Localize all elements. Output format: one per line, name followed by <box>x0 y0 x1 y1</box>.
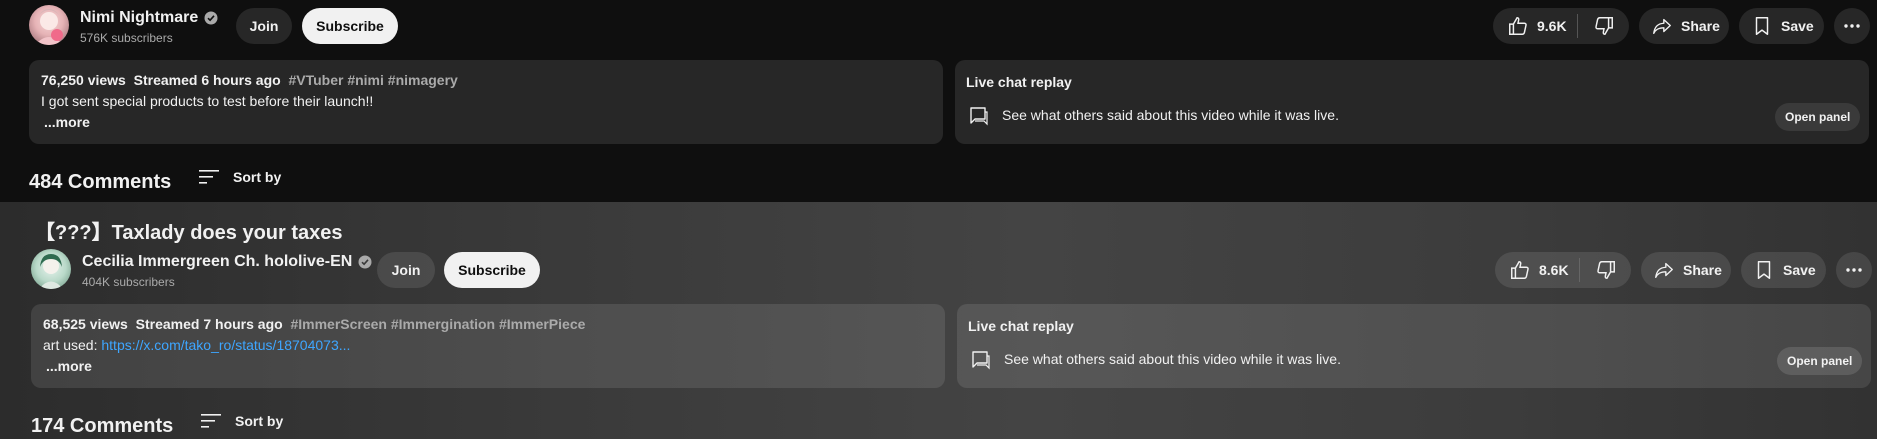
share-arrow-icon <box>1653 18 1671 35</box>
live-chat-text: See what others said about this video wh… <box>1004 351 1341 367</box>
more-horizontal-icon <box>1846 268 1862 272</box>
share-label: Share <box>1681 18 1720 34</box>
subscriber-count: 404K subscribers <box>82 275 175 289</box>
subscriber-count: 576K subscribers <box>80 31 173 45</box>
save-label: Save <box>1781 18 1814 34</box>
description-text: I got sent special products to test befo… <box>41 93 374 109</box>
more-horizontal-icon <box>1844 24 1860 28</box>
sort-by-label: Sort by <box>233 169 282 185</box>
view-count: 76,250 views <box>41 72 126 88</box>
live-chat-title: Live chat replay <box>966 74 1072 90</box>
description-box[interactable]: 68,525 views Streamed 7 hours ago #Immer… <box>31 304 945 388</box>
more-actions-button[interactable] <box>1834 8 1870 44</box>
sort-lines-icon <box>201 414 221 428</box>
thumbs-up-icon <box>1511 261 1529 279</box>
avatar-image-icon <box>35 9 63 45</box>
dislike-button[interactable] <box>1578 8 1629 44</box>
channel-name[interactable]: Cecilia Immergreen Ch. hololive-EN <box>82 253 352 271</box>
channel-avatar[interactable] <box>29 5 69 45</box>
hashtags[interactable]: #ImmerScreen #Immergination #ImmerPiece <box>290 316 585 332</box>
subscribe-button[interactable]: Subscribe <box>444 252 540 288</box>
like-dislike-group: 9.6K <box>1493 8 1629 44</box>
thumbs-down-icon <box>1596 261 1615 279</box>
dislike-button[interactable] <box>1580 252 1631 288</box>
stream-time: Streamed 6 hours ago <box>133 72 281 88</box>
open-panel-button[interactable]: Open panel <box>1777 347 1863 375</box>
video-title: 【???】Taxlady does your taxes <box>35 222 343 244</box>
description-text: art used: <box>43 337 102 353</box>
share-button[interactable]: Share <box>1639 8 1729 44</box>
save-button[interactable]: Save <box>1739 8 1824 44</box>
live-chat-replay-panel: Live chat replay See what others said ab… <box>955 60 1869 144</box>
chat-bubble-icon <box>972 351 990 370</box>
stream-time: Streamed 7 hours ago <box>135 316 283 332</box>
verified-check-icon <box>204 11 218 25</box>
live-chat-title: Live chat replay <box>968 318 1074 334</box>
like-count: 8.6K <box>1539 262 1569 278</box>
description-box[interactable]: 76,250 views Streamed 6 hours ago #VTube… <box>29 60 943 144</box>
share-arrow-icon <box>1655 262 1673 279</box>
sort-by-label: Sort by <box>235 413 284 429</box>
bookmark-icon <box>1755 17 1769 35</box>
share-label: Share <box>1683 262 1722 278</box>
channel-avatar[interactable] <box>31 249 71 289</box>
like-button[interactable]: 8.6K <box>1495 252 1579 288</box>
channel-name[interactable]: Nimi Nightmare <box>80 9 198 27</box>
subscribe-button[interactable]: Subscribe <box>302 8 398 44</box>
description-link[interactable]: https://x.com/tako_ro/status/18704073... <box>101 337 350 353</box>
verified-check-icon <box>358 255 372 269</box>
save-label: Save <box>1783 262 1816 278</box>
join-button[interactable]: Join <box>236 8 292 44</box>
share-button[interactable]: Share <box>1641 252 1731 288</box>
bookmark-icon <box>1757 261 1771 279</box>
more-actions-button[interactable] <box>1836 252 1872 288</box>
like-button[interactable]: 9.6K <box>1493 8 1577 44</box>
like-count: 9.6K <box>1537 18 1567 34</box>
like-dislike-group: 8.6K <box>1495 252 1631 288</box>
show-more-link[interactable]: ...more <box>41 114 931 130</box>
hashtags[interactable]: #VTuber #nimi #nimagery <box>288 72 457 88</box>
join-button[interactable]: Join <box>377 252 435 288</box>
comments-count: 174 Comments <box>31 415 174 437</box>
comments-count: 484 Comments <box>29 171 172 193</box>
view-count: 68,525 views <box>43 316 128 332</box>
sort-by-button[interactable]: Sort by <box>199 169 281 185</box>
sort-lines-icon <box>199 170 219 184</box>
thumbs-up-icon <box>1509 17 1527 35</box>
avatar-image-icon <box>39 254 63 289</box>
live-chat-replay-panel: Live chat replay See what others said ab… <box>957 304 1871 388</box>
sort-by-button[interactable]: Sort by <box>201 413 283 429</box>
live-chat-text: See what others said about this video wh… <box>1002 107 1339 123</box>
show-more-link[interactable]: ...more <box>43 358 933 374</box>
save-button[interactable]: Save <box>1741 252 1826 288</box>
chat-bubble-icon <box>970 107 988 126</box>
open-panel-button[interactable]: Open panel <box>1775 103 1861 131</box>
thumbs-down-icon <box>1594 17 1613 35</box>
